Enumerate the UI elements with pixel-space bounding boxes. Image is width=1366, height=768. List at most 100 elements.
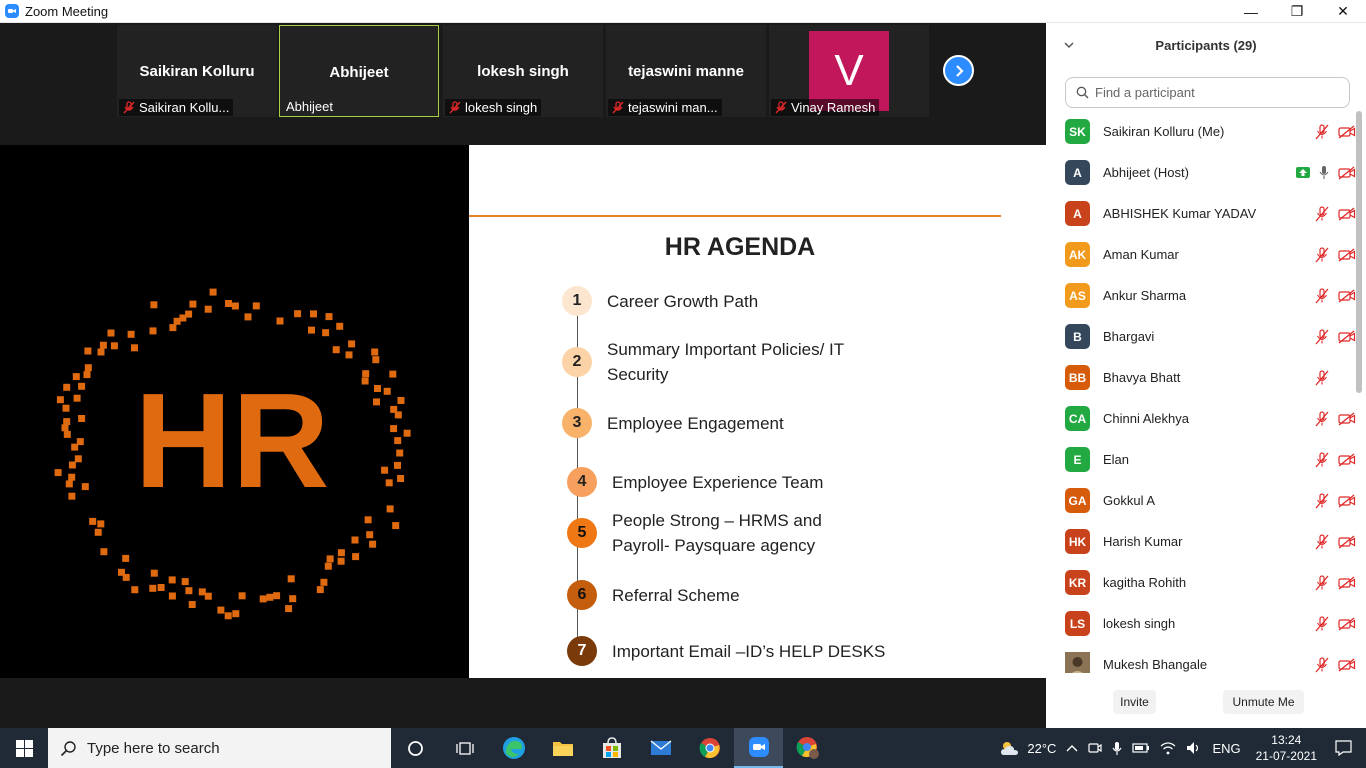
mic-muted-icon[interactable] xyxy=(1315,246,1329,263)
logo-dot xyxy=(100,548,108,556)
mic-muted-icon[interactable] xyxy=(1315,287,1329,304)
panel-bottom xyxy=(1046,718,1366,728)
logo-dot xyxy=(188,601,196,608)
participant-row[interactable]: LS lokesh singh xyxy=(1046,603,1356,644)
participant-row[interactable]: A ABHISHEK Kumar YADAV xyxy=(1046,193,1356,234)
video-tile-active-speaker[interactable]: Abhijeet Abhijeet xyxy=(279,25,439,117)
agenda-text: Referral Scheme xyxy=(612,585,740,605)
battery-icon[interactable] xyxy=(1132,742,1150,754)
video-tile[interactable]: V Vinay Ramesh xyxy=(769,25,929,117)
avatar: KR xyxy=(1065,570,1090,595)
volume-icon[interactable] xyxy=(1186,741,1202,755)
avatar: AS xyxy=(1065,283,1090,308)
participant-row[interactable]: E Elan xyxy=(1046,439,1356,480)
participant-row[interactable]: BB Bhavya Bhatt xyxy=(1046,357,1356,398)
restore-button[interactable]: ❐ xyxy=(1274,0,1320,23)
video-off-icon[interactable] xyxy=(1338,124,1356,139)
meet-now-icon[interactable] xyxy=(1088,741,1103,755)
participant-row[interactable]: Mukesh Bhangale xyxy=(1046,644,1356,673)
chrome-profile-app[interactable] xyxy=(783,728,832,768)
logo-dot xyxy=(381,466,389,474)
video-off-icon[interactable] xyxy=(1338,493,1356,508)
window-titlebar: Zoom Meeting — ❐ ✕ xyxy=(0,0,1366,23)
video-tile[interactable]: tejaswini manne tejaswini man... xyxy=(606,25,766,117)
next-page-button[interactable] xyxy=(943,55,974,86)
video-off-icon[interactable] xyxy=(1338,657,1356,672)
video-off-icon[interactable] xyxy=(1338,411,1356,426)
chevron-up-icon[interactable] xyxy=(1066,744,1078,752)
logo-dot xyxy=(394,461,401,469)
logo-dot xyxy=(383,387,391,395)
start-button[interactable] xyxy=(0,728,48,768)
mic-muted-icon[interactable] xyxy=(1315,205,1329,222)
unmute-me-button[interactable]: Unmute Me xyxy=(1223,690,1304,714)
folder-icon xyxy=(552,742,573,756)
scrollbar[interactable] xyxy=(1356,111,1362,393)
participant-row[interactable]: AS Ankur Sharma xyxy=(1046,275,1356,316)
video-off-icon[interactable] xyxy=(1338,288,1356,303)
mic-muted-icon[interactable] xyxy=(1315,533,1329,550)
chrome-app[interactable] xyxy=(685,728,734,768)
input-language[interactable]: ENG xyxy=(1212,741,1240,756)
file-explorer-app[interactable] xyxy=(538,728,587,768)
mic-icon[interactable] xyxy=(1319,165,1329,180)
logo-dot xyxy=(385,479,393,487)
mic-muted-icon[interactable] xyxy=(1315,656,1329,673)
time: 13:24 xyxy=(1271,733,1302,747)
participant-row[interactable]: A Abhijeet (Host) xyxy=(1046,152,1356,193)
participant-row[interactable]: CA Chinni Alekhya xyxy=(1046,398,1356,439)
participant-search[interactable] xyxy=(1065,77,1350,108)
video-off-icon[interactable] xyxy=(1338,247,1356,262)
video-off-icon[interactable] xyxy=(1338,616,1356,631)
microphone-icon[interactable] xyxy=(1112,741,1122,756)
video-off-icon[interactable] xyxy=(1338,575,1356,590)
wifi-icon[interactable] xyxy=(1160,741,1176,755)
edge-app[interactable] xyxy=(489,728,538,768)
logo-dot xyxy=(396,449,404,457)
video-tile[interactable]: Saikiran Kolluru Saikiran Kollu... xyxy=(117,25,277,117)
video-off-icon[interactable] xyxy=(1338,329,1356,344)
chevron-down-icon[interactable] xyxy=(1064,38,1074,52)
participant-row[interactable]: HK Harish Kumar xyxy=(1046,521,1356,562)
video-off-icon[interactable] xyxy=(1338,206,1356,221)
mail-app[interactable] xyxy=(636,728,685,768)
mic-muted-icon[interactable] xyxy=(1315,615,1329,632)
participant-row[interactable]: SK Saikiran Kolluru (Me) xyxy=(1046,111,1356,152)
participant-status-icons xyxy=(1315,369,1356,386)
mic-muted-icon[interactable] xyxy=(1315,328,1329,345)
mic-muted-icon[interactable] xyxy=(1315,574,1329,591)
participant-row[interactable]: AK Aman Kumar xyxy=(1046,234,1356,275)
clock[interactable]: 13:24 21-07-2021 xyxy=(1256,732,1317,764)
logo-dot xyxy=(204,592,212,600)
taskbar-search[interactable]: Type here to search xyxy=(48,728,391,768)
mic-muted-icon[interactable] xyxy=(1315,369,1329,386)
task-view-button[interactable] xyxy=(440,728,489,768)
notifications-icon[interactable] xyxy=(1335,740,1352,756)
close-button[interactable]: ✕ xyxy=(1320,0,1366,23)
participant-row[interactable]: GA Gokkul A xyxy=(1046,480,1356,521)
logo-dot xyxy=(392,522,400,530)
logo-dot xyxy=(371,348,379,356)
video-off-icon[interactable] xyxy=(1338,452,1356,467)
video-tile[interactable]: lokesh singh lokesh singh xyxy=(443,25,603,117)
logo-dot xyxy=(273,592,281,600)
cortana-button[interactable] xyxy=(391,728,440,768)
logo-dot xyxy=(107,329,115,337)
logo-dot xyxy=(348,340,356,348)
logo-dot xyxy=(372,356,380,364)
minimize-button[interactable]: — xyxy=(1228,0,1274,23)
mic-muted-icon[interactable] xyxy=(1315,123,1329,140)
store-app[interactable] xyxy=(587,728,636,768)
search-input[interactable] xyxy=(1095,85,1335,100)
participant-row[interactable]: KR kagitha Rohith xyxy=(1046,562,1356,603)
mic-muted-icon[interactable] xyxy=(1315,451,1329,468)
weather-widget[interactable]: 22°C xyxy=(999,740,1056,756)
zoom-app[interactable] xyxy=(734,728,783,768)
mic-muted-icon[interactable] xyxy=(1315,492,1329,509)
mic-muted-icon[interactable] xyxy=(1315,410,1329,427)
invite-button[interactable]: Invite xyxy=(1113,690,1156,714)
video-off-icon[interactable] xyxy=(1338,165,1356,180)
agenda-number: 2 xyxy=(562,347,592,377)
participant-row[interactable]: B Bhargavi xyxy=(1046,316,1356,357)
video-off-icon[interactable] xyxy=(1338,534,1356,549)
